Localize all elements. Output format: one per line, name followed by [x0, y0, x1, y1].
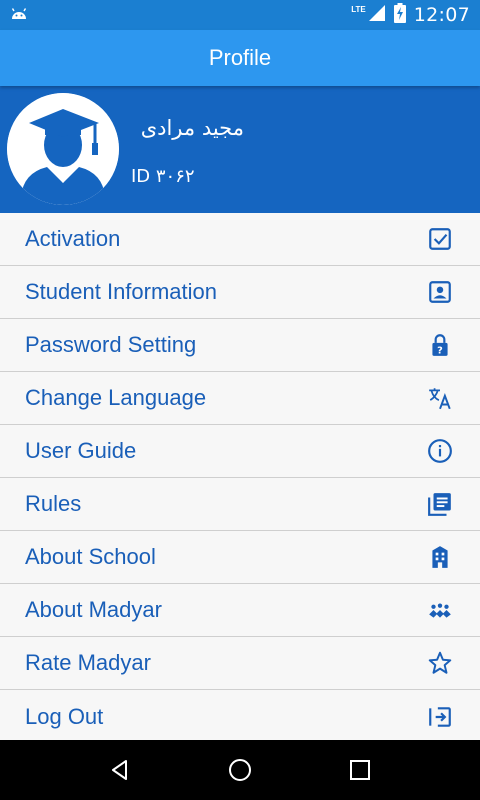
- menu-item-label: Rules: [25, 491, 82, 516]
- page-title: Profile: [208, 45, 272, 70]
- profile-id: ID ۳۰۶۲: [131, 166, 195, 187]
- menu-item-about-madyar[interactable]: About Madyar: [0, 584, 480, 637]
- menu-item-student-information[interactable]: Student Information: [0, 266, 480, 319]
- info-icon: [426, 437, 454, 465]
- menu-item-label: User Guide: [25, 438, 137, 463]
- menu-item-label: About Madyar: [25, 597, 162, 622]
- menu-item-label: About School: [25, 544, 156, 569]
- library-books-icon: [426, 490, 454, 518]
- menu-item-about-school[interactable]: About School: [0, 531, 480, 584]
- graduate-avatar-icon: [7, 93, 119, 205]
- recents-icon[interactable]: [340, 750, 380, 790]
- menu-item-label: Activation: [25, 226, 121, 251]
- profile-name: مجید مرادی: [140, 116, 244, 140]
- star-icon: [426, 649, 454, 677]
- navigation-bar: [0, 740, 480, 800]
- menu-item-rules[interactable]: Rules: [0, 478, 480, 531]
- menu-item-log-out[interactable]: Log Out: [0, 690, 480, 743]
- school-building-icon: [426, 543, 454, 571]
- avatar[interactable]: [7, 93, 119, 205]
- signal-icon: [368, 4, 386, 27]
- contact-card-icon: [426, 278, 454, 306]
- translate-icon: [426, 384, 454, 412]
- back-icon[interactable]: [100, 750, 140, 790]
- clock: 12:07: [413, 4, 470, 26]
- menu-item-change-language[interactable]: Change Language: [0, 372, 480, 425]
- menu-item-label: Log Out: [25, 703, 104, 729]
- exit-icon: [426, 703, 454, 731]
- lock-icon: ?: [426, 331, 454, 359]
- svg-text:?: ?: [437, 346, 443, 357]
- checkbox-icon: [426, 225, 454, 253]
- menu-item-label: Student Information: [25, 279, 218, 304]
- battery-charging-icon: [393, 2, 406, 28]
- app-bar: Profile: [0, 30, 480, 86]
- menu-item-activation[interactable]: Activation: [0, 213, 480, 266]
- menu-item-label: Change Language: [25, 385, 207, 410]
- menu-item-password-setting[interactable]: Password Setting ?: [0, 319, 480, 372]
- network-type: LTE: [351, 4, 366, 14]
- status-bar: LTE 12:07: [0, 0, 480, 30]
- menu-item-user-guide[interactable]: User Guide: [0, 425, 480, 478]
- menu-list: Activation Student Information Password …: [0, 213, 480, 743]
- menu-item-rate-madyar[interactable]: Rate Madyar: [0, 637, 480, 690]
- home-icon[interactable]: [220, 750, 260, 790]
- menu-item-label: Password Setting: [25, 332, 197, 357]
- profile-header: مجید مرادی ID ۳۰۶۲: [0, 86, 480, 213]
- menu-item-label: Rate Madyar: [25, 650, 151, 675]
- android-icon: [10, 5, 28, 26]
- people-group-icon: [426, 596, 454, 624]
